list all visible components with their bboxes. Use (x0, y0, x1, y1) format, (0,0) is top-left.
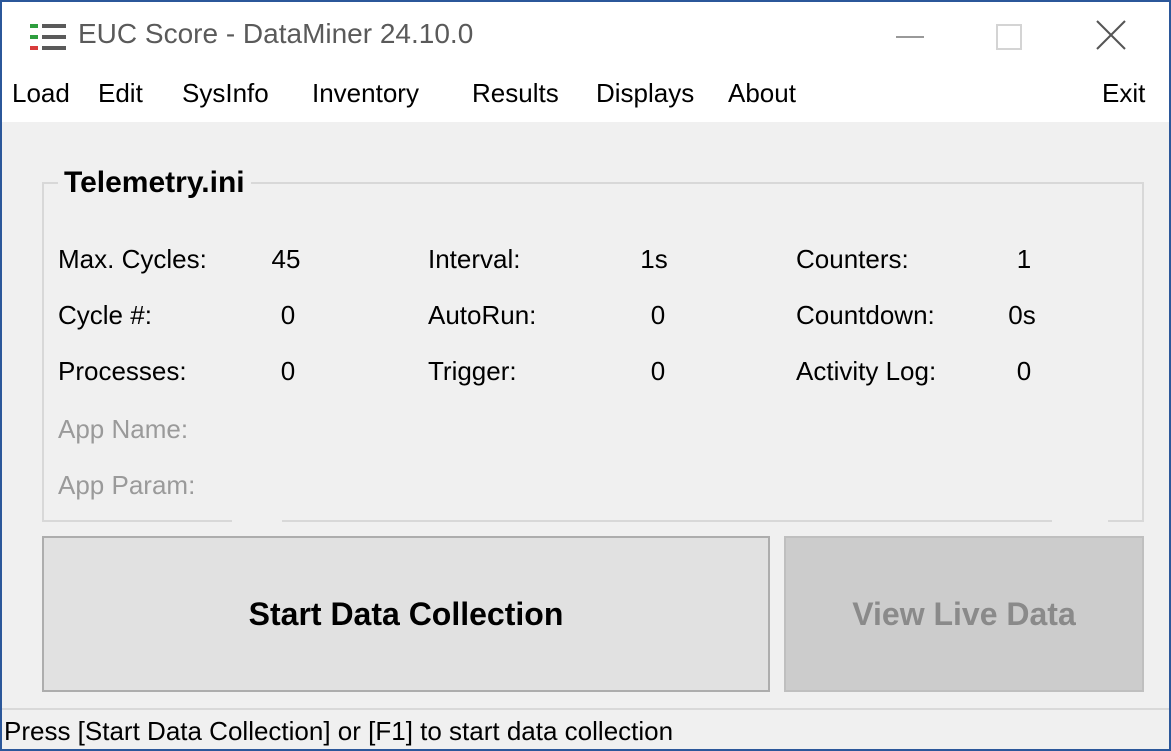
cycle-label: Cycle #: (58, 300, 152, 330)
menu-about[interactable]: About (728, 78, 796, 109)
max-cycles-label: Max. Cycles: (58, 244, 207, 274)
groupbox-gap (1052, 518, 1108, 524)
menu-bar: Load Edit SysInfo Inventory Results Disp… (2, 68, 1169, 122)
start-data-collection-button[interactable]: Start Data Collection (42, 536, 770, 692)
maximize-icon (996, 24, 1022, 50)
status-bar: Press [Start Data Collection] or [F1] to… (2, 708, 1169, 749)
menu-exit[interactable]: Exit (1102, 78, 1145, 109)
processes-value: 0 (280, 356, 296, 386)
list-icon (30, 24, 66, 50)
config-title: Telemetry.ini (58, 166, 251, 200)
interval-label: Interval: (428, 244, 521, 274)
interval-value: 1s (640, 244, 668, 274)
max-cycles-value: 45 (271, 244, 301, 274)
trigger-value: 0 (650, 356, 666, 386)
trigger-label: Trigger: (428, 356, 517, 386)
app-name-label: App Name: (58, 414, 189, 444)
cycle-value: 0 (280, 300, 296, 330)
activity-log-value: 0 (1016, 356, 1032, 386)
title-bar[interactable]: EUC Score - DataMiner 24.10.0 (2, 2, 1169, 68)
view-live-data-button[interactable]: View Live Data (784, 536, 1144, 692)
window-title: EUC Score - DataMiner 24.10.0 (78, 18, 474, 49)
close-icon (1096, 20, 1126, 50)
minimize-button[interactable] (860, 2, 956, 68)
menu-displays[interactable]: Displays (596, 78, 694, 109)
menu-load[interactable]: Load (12, 78, 70, 109)
activity-log-label: Activity Log: (796, 356, 937, 386)
counters-label: Counters: (796, 244, 909, 274)
status-text: Press [Start Data Collection] or [F1] to… (4, 716, 674, 746)
menu-edit[interactable]: Edit (98, 78, 143, 109)
menu-results[interactable]: Results (472, 78, 559, 109)
menu-inventory[interactable]: Inventory (312, 78, 419, 109)
maximize-button[interactable] (962, 2, 1058, 68)
autorun-label: AutoRun: (428, 300, 537, 330)
processes-label: Processes: (58, 356, 187, 386)
menu-sysinfo[interactable]: SysInfo (182, 78, 269, 109)
counters-value: 1 (1016, 244, 1032, 274)
close-button[interactable] (1064, 2, 1160, 68)
autorun-value: 0 (650, 300, 666, 330)
minimize-icon (896, 36, 924, 38)
app-window: EUC Score - DataMiner 24.10.0 Load Edit … (0, 0, 1171, 751)
config-groupbox (42, 182, 1144, 522)
countdown-value: 0s (1008, 300, 1036, 330)
countdown-label: Countdown: (796, 300, 935, 330)
app-param-label: App Param: (58, 470, 196, 500)
groupbox-gap (232, 518, 282, 524)
